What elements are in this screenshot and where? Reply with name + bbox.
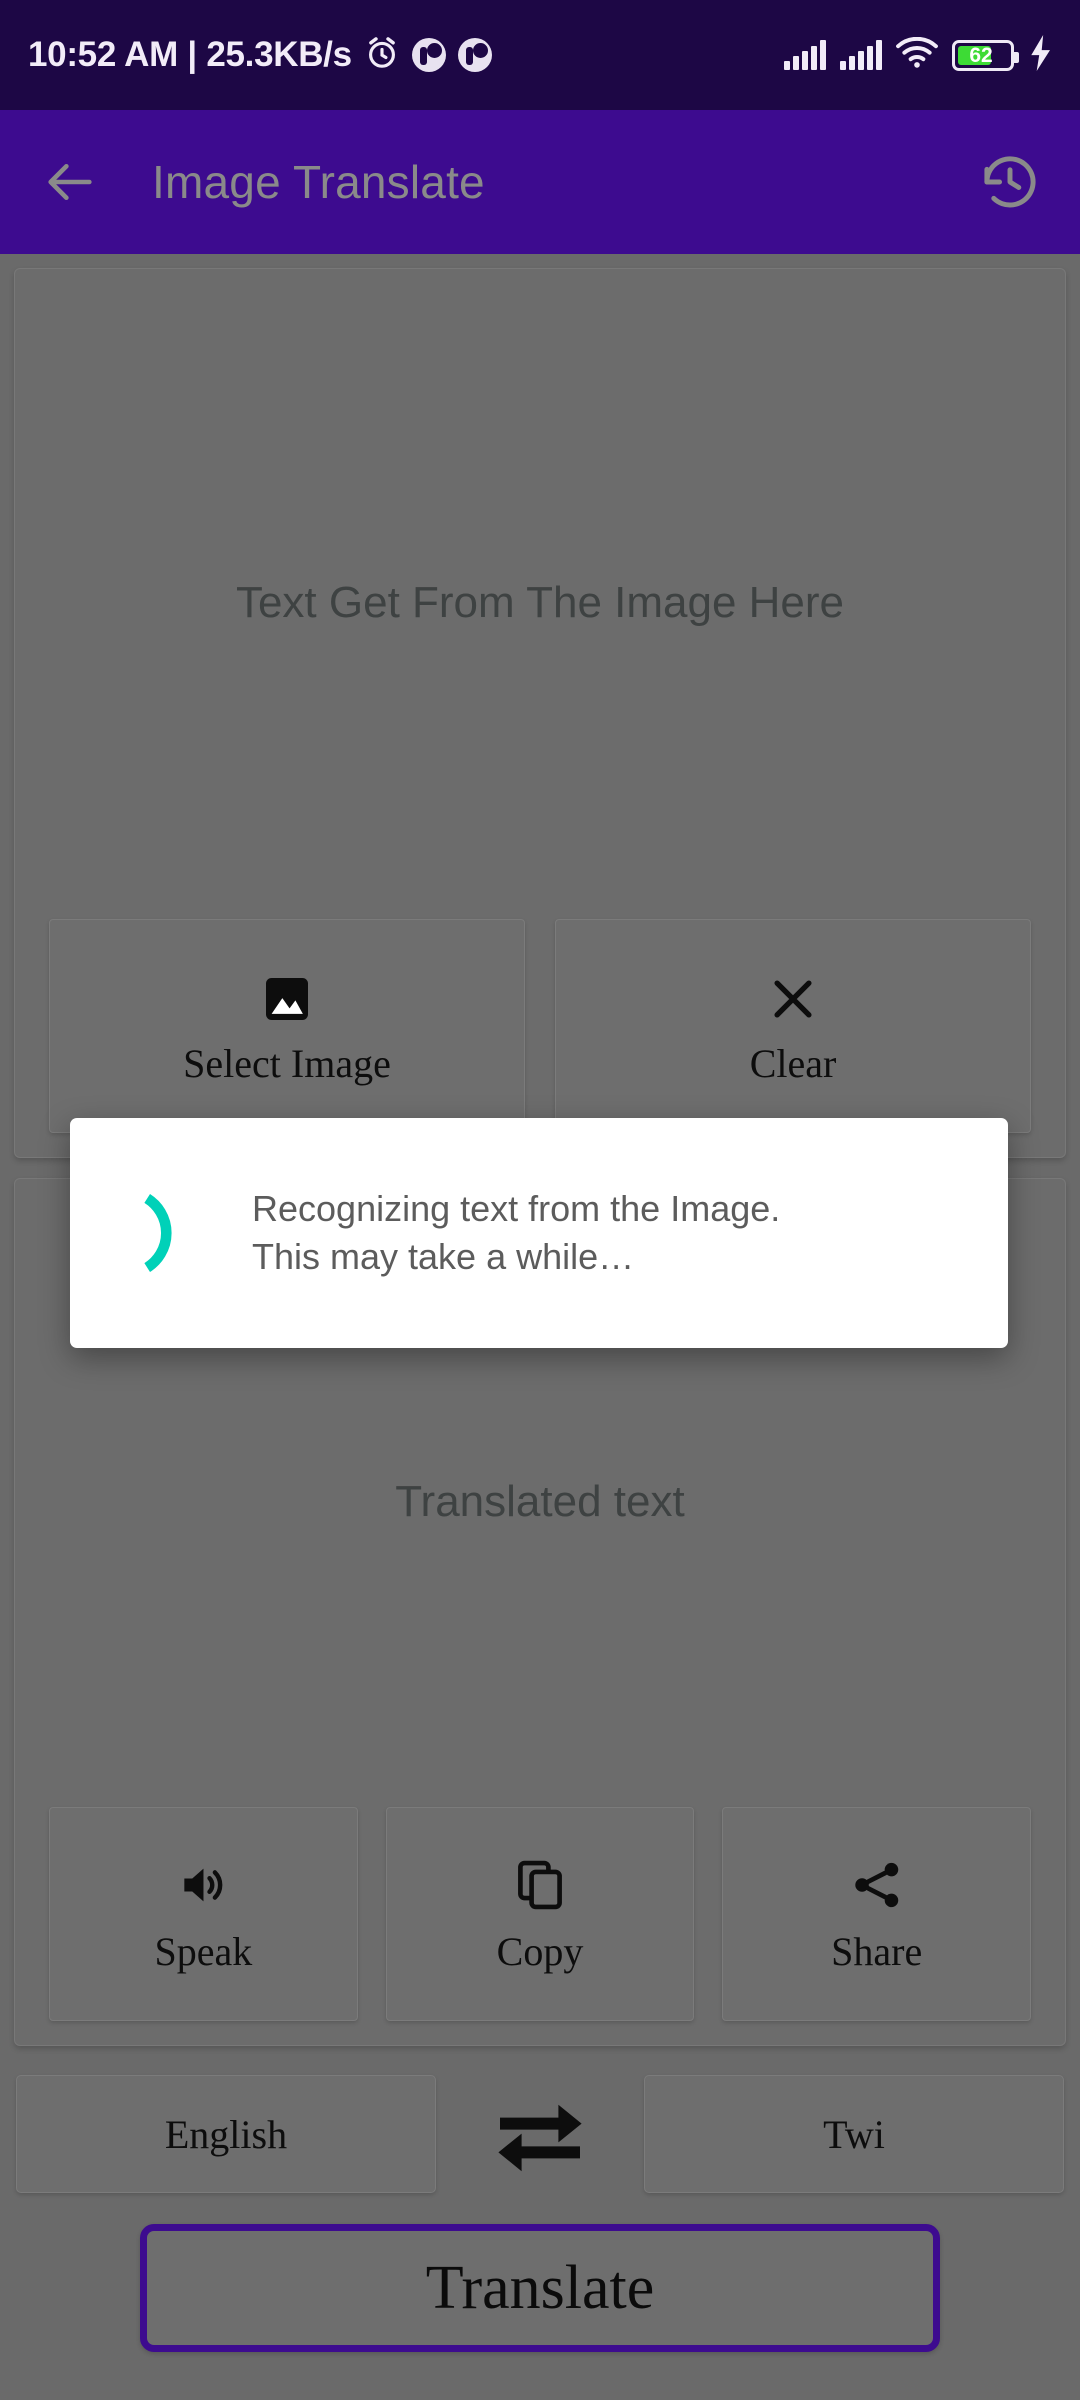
notification-app-icon <box>411 38 446 72</box>
source-placeholder-text: Text Get From The Image Here <box>235 578 845 627</box>
copy-button[interactable]: Copy <box>385 1807 695 2021</box>
swap-horizontal-arrows-icon <box>488 2092 592 2177</box>
translate-button[interactable]: Translate <box>140 2224 940 2352</box>
clear-button[interactable]: Clear <box>555 919 1031 1133</box>
target-language-selector[interactable]: Twi <box>644 2075 1064 2193</box>
page-title: Image Translate <box>152 156 485 208</box>
wifi-icon <box>896 36 938 74</box>
copy-icon <box>512 1857 568 1918</box>
speak-label: Speak <box>154 1928 253 1974</box>
select-image-button[interactable]: Select Image <box>49 919 525 1133</box>
loading-dialog-message: Recognizing text from the Image. This ma… <box>252 1188 781 1277</box>
source-language-selector[interactable]: English <box>16 2075 436 2193</box>
loading-dialog: Recognizing text from the Image. This ma… <box>70 1118 1008 1348</box>
signal-bars-icon <box>840 40 882 70</box>
status-bar-left: 10:52 AM | 25.3KB/s <box>28 35 784 76</box>
source-text-card: Text Get From The Image Here Select Imag… <box>14 268 1066 1158</box>
status-bar-right: 62 <box>784 34 1054 76</box>
app-bar: Image Translate <box>0 110 1080 254</box>
battery-percent-label: 62 <box>969 43 993 67</box>
status-clock-and-network-speed: 10:52 AM | 25.3KB/s <box>28 35 352 74</box>
source-actions-row: Select Image Clear <box>33 919 1047 1135</box>
swap-languages-button[interactable] <box>436 2075 644 2193</box>
volume-up-icon <box>175 1857 231 1918</box>
source-text-area[interactable]: Text Get From The Image Here <box>33 287 1047 919</box>
share-label: Share <box>831 1928 923 1974</box>
loading-spinner-arc <box>116 1185 212 1281</box>
notification-app-icon <box>457 38 492 72</box>
back-arrow-icon[interactable] <box>34 146 106 218</box>
alarm-clock-icon <box>364 35 400 76</box>
translated-placeholder-text: Translated text <box>395 1477 685 1526</box>
close-x-icon <box>765 968 821 1030</box>
battery-icon: 62 <box>952 39 1019 71</box>
charging-bolt-icon <box>1028 34 1054 76</box>
signal-bars-icon <box>784 40 826 70</box>
select-image-label: Select Image <box>183 1041 391 1086</box>
phone-screen: 10:52 AM | 25.3KB/s 62 Image Translate T… <box>0 0 1080 2400</box>
translated-actions-row: Speak Copy Share <box>33 1807 1047 2023</box>
status-bar: 10:52 AM | 25.3KB/s 62 <box>0 0 1080 110</box>
copy-label: Copy <box>496 1928 584 1974</box>
speak-button[interactable]: Speak <box>49 1807 358 2021</box>
history-icon[interactable] <box>974 146 1046 218</box>
clear-label: Clear <box>749 1041 837 1086</box>
image-icon <box>259 968 315 1030</box>
share-button[interactable]: Share <box>722 1807 1032 2021</box>
language-selector-row: English Twi <box>14 2070 1066 2198</box>
share-icon <box>849 1857 905 1918</box>
